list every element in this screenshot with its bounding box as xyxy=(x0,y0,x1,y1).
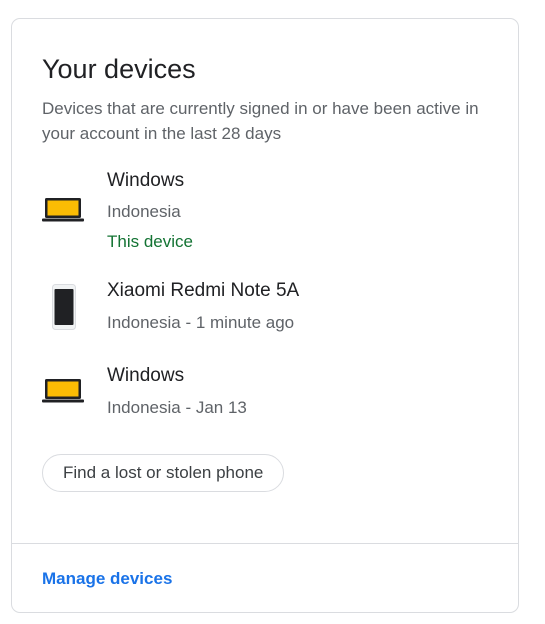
phone-icon xyxy=(52,284,76,335)
this-device-label: This device xyxy=(107,232,193,251)
device-name: Xiaomi Redmi Note 5A xyxy=(107,280,300,301)
laptop-icon xyxy=(42,197,84,228)
device-info: Windows Indonesia - Jan 13 xyxy=(107,364,247,419)
your-devices-card: Your devices Devices that are currently … xyxy=(11,18,519,613)
device-info: Windows Indonesia This device xyxy=(107,169,193,253)
device-name: Windows xyxy=(107,365,185,386)
laptop-icon xyxy=(42,378,84,409)
device-location: Indonesia - 1 minute ago xyxy=(107,313,295,332)
device-info: Xiaomi Redmi Note 5A Indonesia - 1 minut… xyxy=(107,279,299,334)
divider xyxy=(12,543,518,544)
card-subtitle: Devices that are currently signed in or … xyxy=(42,99,479,143)
device-location: Indonesia xyxy=(107,202,181,221)
device-location: Indonesia - Jan 13 xyxy=(107,398,247,417)
manage-devices-link[interactable]: Manage devices xyxy=(42,568,172,590)
card-title: Your devices xyxy=(42,54,196,84)
find-lost-phone-button[interactable]: Find a lost or stolen phone xyxy=(42,454,285,492)
device-name: Windows xyxy=(107,170,185,191)
